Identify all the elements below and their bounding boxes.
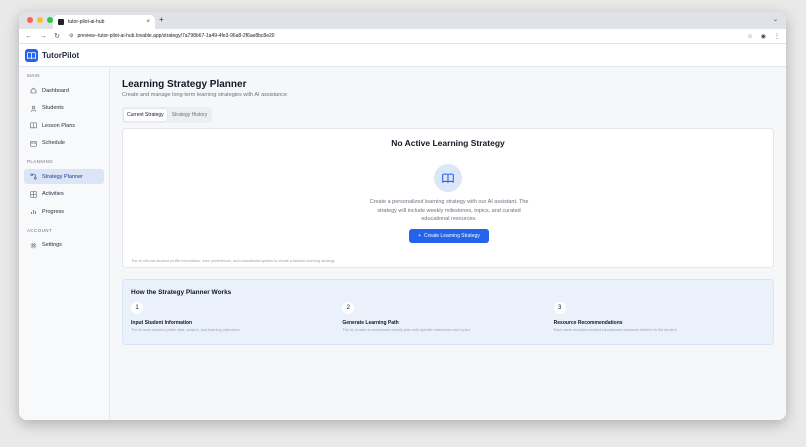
home-icon [30, 87, 37, 94]
sidebar-section-planning: PLANNING [27, 159, 54, 164]
sidebar-item-label: Schedule [42, 140, 65, 146]
step-title: Input Student Information [131, 320, 193, 326]
url-field[interactable]: ⚙ preview--tutor-pilot-ai-hub.lovable.ap… [67, 31, 741, 42]
step-description: The AI uses student profile data, subjec… [131, 328, 240, 332]
brand-name[interactable]: TutorPilot [42, 51, 79, 60]
window-controls [27, 17, 53, 23]
sidebar-section-main: MAIN [27, 73, 40, 78]
sidebar-item-schedule[interactable]: Schedule [24, 136, 104, 151]
sidebar-item-label: Progress [42, 208, 65, 215]
plus-icon: + [418, 233, 422, 239]
step-number: 2 [342, 302, 355, 314]
browser-menu-icon[interactable]: ⋮ [774, 33, 780, 40]
profile-icon[interactable]: ◉ [761, 33, 766, 40]
empty-card-title: No Active Learning Strategy [391, 138, 505, 148]
close-window-button[interactable] [27, 17, 33, 23]
empty-card-footer: The AI will use student profile informat… [131, 259, 336, 263]
main-content: Learning Strategy Planner Create and man… [110, 67, 786, 420]
sidebar-item-students[interactable]: Students [24, 101, 104, 116]
user-icon [30, 105, 37, 112]
tab-list-chevron-icon[interactable]: ⌄ [773, 16, 778, 23]
step-number: 1 [131, 302, 143, 314]
tab-strategy-history[interactable]: Strategy History [169, 109, 211, 121]
sidebar-item-label: Activities [42, 191, 64, 197]
forward-arrow-icon[interactable]: → [39, 33, 47, 40]
sidebar-item-settings[interactable]: Settings [24, 238, 104, 253]
strategy-tabs: Current Strategy Strategy History [122, 107, 213, 123]
sidebar-item-strategy-planner[interactable]: Strategy Planner [24, 169, 104, 184]
step-description: The AI creates a customized weekly plan … [342, 328, 471, 332]
how-step: 2 Generate Learning Path The AI creates … [342, 302, 553, 332]
app: TutorPilot MAIN Dashboard Students Lesso… [19, 44, 786, 420]
step-title: Generate Learning Path [342, 320, 399, 326]
page-subtitle: Create and manage long-term learning str… [122, 92, 288, 98]
empty-card-description: Create a personalized learning strategy … [369, 199, 529, 222]
sidebar: MAIN Dashboard Students Lesson Plans Sch… [19, 67, 110, 420]
sidebar-item-label: Students [42, 105, 64, 111]
step-title: Resource Recommendations [553, 320, 623, 326]
step-number: 3 [553, 302, 566, 314]
empty-strategy-card: No Active Learning Strategy Create a per… [122, 128, 774, 268]
step-description: Each week includes curated educational r… [553, 328, 677, 332]
how-it-works-panel: How the Strategy Planner Works 1 Input S… [122, 279, 774, 345]
sidebar-item-label: Settings [42, 242, 62, 248]
calendar-icon [30, 140, 37, 147]
site-settings-icon[interactable]: ⚙ [69, 33, 73, 39]
browser-tab[interactable]: tutor-pilot-ai-hub × [53, 15, 155, 29]
sidebar-item-label: Strategy Planner [42, 173, 83, 180]
sidebar-item-dashboard[interactable]: Dashboard [24, 83, 104, 98]
tab-current-strategy[interactable]: Current Strategy [124, 109, 167, 121]
browser-titlebar: tutor-pilot-ai-hub × + ⌄ [19, 12, 786, 29]
page-title: Learning Strategy Planner [122, 79, 247, 90]
back-arrow-icon[interactable]: ← [25, 33, 33, 40]
create-learning-strategy-button[interactable]: + Create Learning Strategy [409, 229, 489, 243]
sidebar-item-progress[interactable]: Progress [24, 204, 104, 219]
bar-chart-icon [30, 208, 37, 215]
logo-book-icon[interactable] [25, 48, 38, 62]
sidebar-section-account: ACCOUNT [27, 227, 53, 233]
grid-icon [30, 190, 37, 198]
new-tab-icon[interactable]: + [159, 15, 164, 24]
app-header: TutorPilot [19, 44, 786, 67]
sidebar-item-activities[interactable]: Activities [24, 187, 104, 202]
book-icon [30, 122, 37, 129]
how-step: 1 Input Student Information The AI uses … [131, 302, 342, 332]
create-button-label: Create Learning Strategy [424, 233, 480, 239]
strategy-icon [30, 173, 37, 180]
minimize-window-button[interactable] [37, 17, 43, 23]
sidebar-item-lesson-plans[interactable]: Lesson Plans [24, 118, 104, 133]
sidebar-item-label: Dashboard [42, 87, 69, 94]
gear-icon [30, 242, 37, 249]
url-text: preview--tutor-pilot-ai-hub.lovable.app/… [77, 33, 275, 39]
browser-window: tutor-pilot-ai-hub × + ⌄ ← → ↻ ⚙ preview… [19, 12, 786, 420]
reload-icon[interactable]: ↻ [53, 32, 61, 40]
sidebar-item-label: Lesson Plans [42, 122, 76, 129]
favicon-icon [58, 19, 64, 25]
book-open-icon [434, 164, 462, 192]
address-bar: ← → ↻ ⚙ preview--tutor-pilot-ai-hub.lova… [19, 29, 786, 44]
tab-title: tutor-pilot-ai-hub [68, 19, 105, 25]
how-it-works-title: How the Strategy Planner Works [131, 289, 232, 296]
tab-close-icon[interactable]: × [146, 19, 150, 25]
bookmark-star-icon[interactable]: ☆ [747, 33, 752, 40]
how-step: 3 Resource Recommendations Each week inc… [553, 302, 765, 332]
